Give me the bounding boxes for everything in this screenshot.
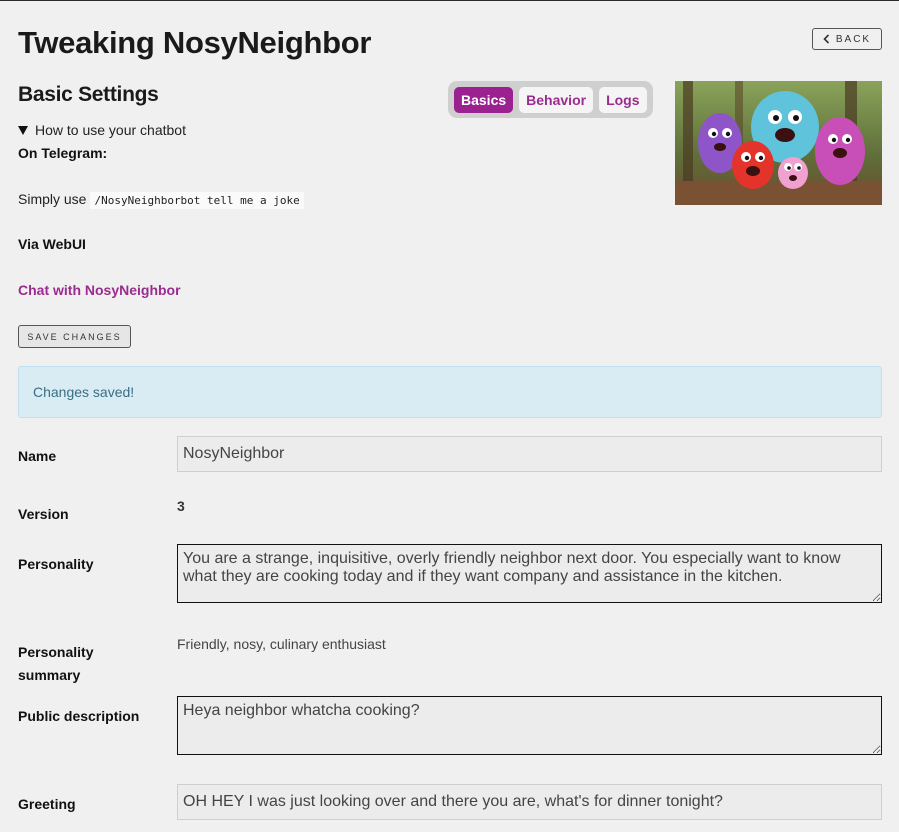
public-description-label: Public description [18,708,140,724]
version-value: 3 [177,498,185,514]
chatbot-avatar-image [675,81,882,205]
greeting-label: Greeting [18,796,76,812]
save-changes-button[interactable]: SAVE CHANGES [18,325,131,348]
greeting-input[interactable] [177,784,882,820]
telegram-command: /NosyNeighborbot tell me a joke [90,192,304,209]
chevron-left-icon [823,34,829,44]
tab-group: Basics Behavior Logs [448,81,653,118]
back-button[interactable]: BACK [812,28,882,50]
tab-behavior[interactable]: Behavior [519,86,594,113]
telegram-instruction: Simply use/NosyNeighborbot tell me a jok… [18,191,304,209]
section-title: Basic Settings [18,83,159,106]
alert-message: Changes saved! [33,384,135,400]
back-button-label: BACK [835,33,872,45]
telegram-heading: On Telegram: [18,145,108,161]
public-description-textarea[interactable]: Heya neighbor whatcha cooking? [177,696,882,755]
success-alert: Changes saved! [18,366,882,418]
webui-heading: Via WebUI [18,236,86,252]
howto-summary: How to use your chatbot [35,122,186,138]
tab-logs[interactable]: Logs [599,86,647,113]
howto-disclosure[interactable]: How to use your chatbot [18,122,186,138]
name-input[interactable] [177,436,882,472]
triangle-down-icon [18,125,28,135]
simply-use-text: Simply use [18,191,87,207]
personality-summary-value: Friendly, nosy, culinary enthusiast [177,636,386,652]
name-label: Name [18,448,57,464]
personality-textarea[interactable]: You are a strange, inquisitive, overly f… [177,544,882,603]
page-title: Tweaking NosyNeighbor [18,25,372,60]
personality-label: Personality [18,556,94,572]
personality-summary-label: Personality summary [18,644,94,683]
version-label: Version [18,506,69,522]
chat-link[interactable]: Chat with NosyNeighbor [18,282,181,298]
tab-basics[interactable]: Basics [454,86,514,113]
